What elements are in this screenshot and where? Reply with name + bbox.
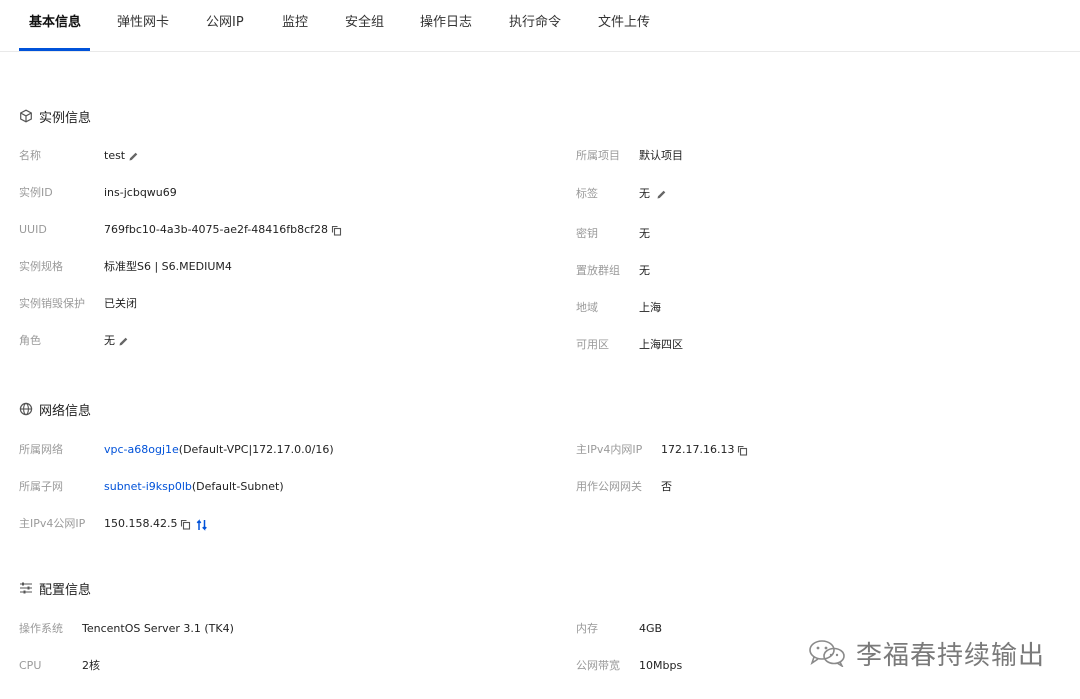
field-label: CPU: [19, 659, 42, 672]
tab-monitoring[interactable]: 监控: [282, 0, 308, 51]
active-tab-indicator: [19, 48, 90, 51]
zone-value: 上海四区: [639, 338, 683, 352]
field-label: 所属子网: [19, 480, 63, 493]
field-label: 所属网络: [19, 443, 63, 456]
section-label: 网络信息: [39, 403, 92, 419]
os-value: TencentOS Server 3.1 (TK4): [82, 622, 234, 636]
key-value: 无: [639, 227, 650, 241]
role-value: 无: [104, 334, 129, 348]
tab-operation-log[interactable]: 操作日志: [420, 0, 472, 51]
section-label: 实例信息: [39, 110, 92, 126]
field-value: 172.17.16.13: [661, 443, 735, 456]
tab-elastic-nic[interactable]: 弹性网卡: [117, 0, 169, 51]
field-value: 769fbc10-4a3b-4075-ae2f-48416fb8cf28: [104, 223, 329, 236]
edit-icon[interactable]: [656, 189, 667, 200]
field-value: 2核: [82, 659, 100, 672]
copy-icon[interactable]: [737, 445, 748, 456]
field-label: 所属项目: [576, 149, 620, 162]
field-value: 上海四区: [639, 338, 683, 351]
tab-run-command[interactable]: 执行命令: [509, 0, 561, 51]
field-label: 密钥: [576, 227, 598, 240]
field-label: 操作系统: [19, 622, 63, 635]
field-value: ins-jcbqwu69: [104, 186, 177, 199]
memory-value: 4GB: [639, 622, 662, 636]
tab-public-ip[interactable]: 公网IP: [206, 0, 244, 51]
project-value: 默认项目: [639, 149, 683, 163]
globe-icon: [19, 402, 33, 416]
watermark: 李福春持续输出: [808, 636, 1046, 671]
field-label: 可用区: [576, 338, 609, 351]
field-value: 否: [661, 480, 672, 493]
field-value: 无: [639, 264, 650, 277]
field-label: 实例规格: [19, 260, 63, 273]
field-label: UUID: [19, 223, 47, 236]
cube-icon: [19, 109, 33, 123]
field-label: 主IPv4公网IP: [19, 517, 86, 530]
field-value: 4GB: [639, 622, 663, 635]
bandwidth-value: 10Mbps: [639, 659, 682, 673]
edit-icon[interactable]: [128, 151, 139, 162]
field-value: TencentOS Server 3.1 (TK4): [82, 622, 234, 635]
uuid-value: 769fbc10-4a3b-4075-ae2f-48416fb8cf28: [104, 223, 342, 237]
private-ip-value: 172.17.16.13: [661, 443, 748, 457]
tags-value: 无: [639, 187, 667, 201]
field-value: 默认项目: [639, 149, 683, 162]
tab-security-group[interactable]: 安全组: [345, 0, 384, 51]
placement-group-value: 无: [639, 264, 650, 278]
field-label: 内存: [576, 622, 598, 635]
field-value: 10Mbps: [639, 659, 683, 672]
field-label: 实例销毁保护: [19, 297, 85, 310]
copy-icon[interactable]: [331, 225, 342, 236]
watermark-text: 李福春持续输出: [856, 640, 1046, 671]
field-label: 置放群组: [576, 264, 620, 277]
field-label: 公网带宽: [576, 659, 620, 672]
field-label: 实例ID: [19, 186, 53, 199]
wechat-icon: [808, 639, 848, 669]
gateway-value: 否: [661, 480, 672, 494]
subnet-value: subnet-i9ksp0lb (Default-Subnet): [104, 480, 284, 494]
field-value: 150.158.42.5: [104, 517, 178, 530]
copy-icon[interactable]: [180, 519, 191, 530]
section-config-title: 配置信息: [19, 579, 92, 598]
field-value: 已关闭: [104, 297, 137, 310]
tab-basic-info[interactable]: 基本信息: [29, 0, 81, 51]
vpc-value: vpc-a68ogj1e (Default-VPC|172.17.0.0/16): [104, 443, 334, 457]
tab-bar: 基本信息 弹性网卡 公网IP 监控 安全组 操作日志 执行命令 文件上传: [0, 0, 1080, 52]
subnet-link[interactable]: subnet-i9ksp0lb: [104, 480, 192, 494]
instance-spec-value: 标准型S6 | S6.MEDIUM4: [104, 260, 232, 274]
field-label: 角色: [19, 334, 41, 347]
public-ip-value: 150.158.42.5: [104, 517, 208, 531]
instance-name-value: test: [104, 149, 139, 163]
instance-id-value: ins-jcbqwu69: [104, 186, 177, 200]
section-label: 配置信息: [39, 582, 92, 598]
field-label: 用作公网网关: [576, 480, 642, 493]
edit-icon[interactable]: [118, 336, 129, 347]
tab-file-upload[interactable]: 文件上传: [598, 0, 650, 51]
field-label: 标签: [576, 187, 598, 200]
field-value: 无: [104, 334, 115, 347]
field-value: test: [104, 149, 126, 162]
field-value: (Default-Subnet): [191, 480, 284, 493]
section-network-title: 网络信息: [19, 400, 92, 419]
field-value: 无: [639, 227, 650, 240]
swap-icon[interactable]: [196, 518, 208, 531]
field-label: 主IPv4内网IP: [576, 443, 643, 456]
field-value: 无: [639, 187, 650, 200]
destroy-protection-value: 已关闭: [104, 297, 137, 311]
cpu-value: 2核: [82, 659, 100, 673]
sliders-icon: [19, 581, 33, 595]
field-label: 地域: [576, 301, 598, 314]
field-value: 上海: [639, 301, 661, 314]
field-value: 标准型S6 | S6.MEDIUM4: [104, 260, 232, 273]
region-value: 上海: [639, 301, 661, 315]
field-label: 名称: [19, 149, 41, 162]
field-value: (Default-VPC|172.17.0.0/16): [178, 443, 334, 456]
section-instance-title: 实例信息: [19, 107, 92, 126]
vpc-link[interactable]: vpc-a68ogj1e: [104, 443, 179, 457]
